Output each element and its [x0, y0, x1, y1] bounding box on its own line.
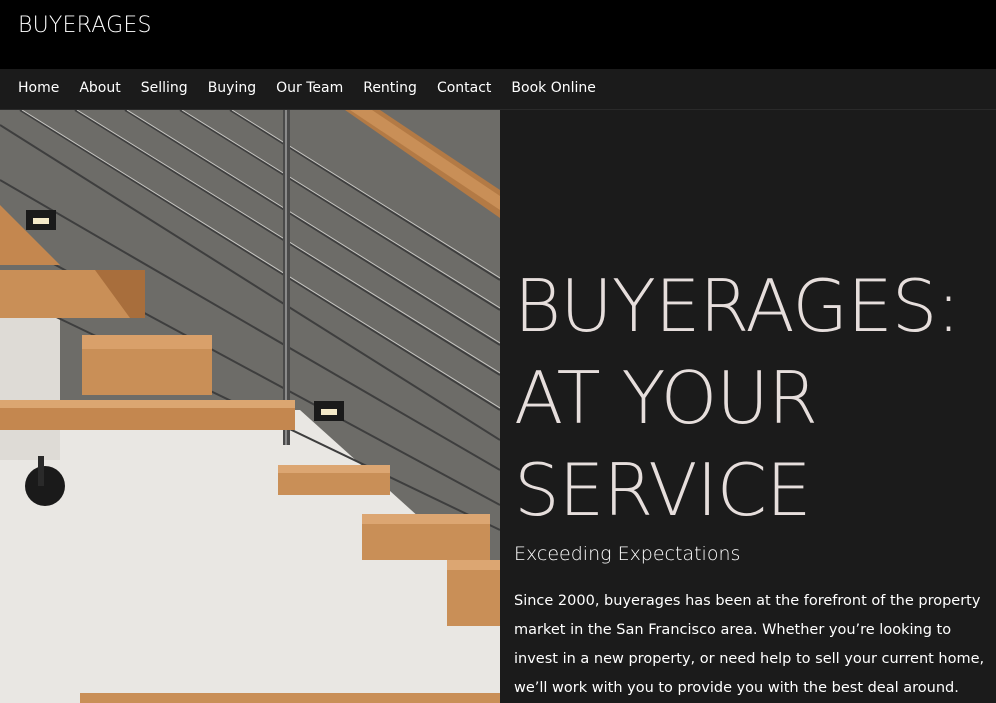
nav-item-book-online[interactable]: Book Online [511, 80, 595, 96]
hero-subheading: Exceeding Expectations [514, 543, 741, 565]
nav-item-selling[interactable]: Selling [141, 80, 188, 96]
main-navigation: Home About Selling Buying Our Team Renti… [0, 69, 996, 110]
headline-line-2: AT YOUR [514, 356, 818, 440]
nav-item-buying[interactable]: Buying [208, 80, 256, 96]
site-header: BUYERAGES [0, 0, 996, 69]
headline-line-3: SERVICE [514, 448, 812, 532]
site-logo[interactable]: BUYERAGES [18, 13, 152, 38]
staircase-illustration [0, 110, 500, 703]
headline-line-1: BUYERAGES: [514, 264, 961, 348]
nav-item-about[interactable]: About [79, 80, 120, 96]
nav-item-home[interactable]: Home [18, 80, 59, 96]
nav-item-our-team[interactable]: Our Team [276, 80, 343, 96]
hero-description: Since 2000, buyerages has been at the fo… [514, 593, 985, 696]
hero-staircase-image [0, 110, 500, 703]
nav-item-renting[interactable]: Renting [363, 80, 417, 96]
nav-list: Home About Selling Buying Our Team Renti… [18, 80, 616, 96]
nav-item-contact[interactable]: Contact [437, 80, 491, 96]
hero-content: BUYERAGES: AT YOUR SERVICE Exceeding Exp… [500, 110, 996, 703]
hero-headline: BUYERAGES: AT YOUR SERVICE [514, 260, 984, 536]
